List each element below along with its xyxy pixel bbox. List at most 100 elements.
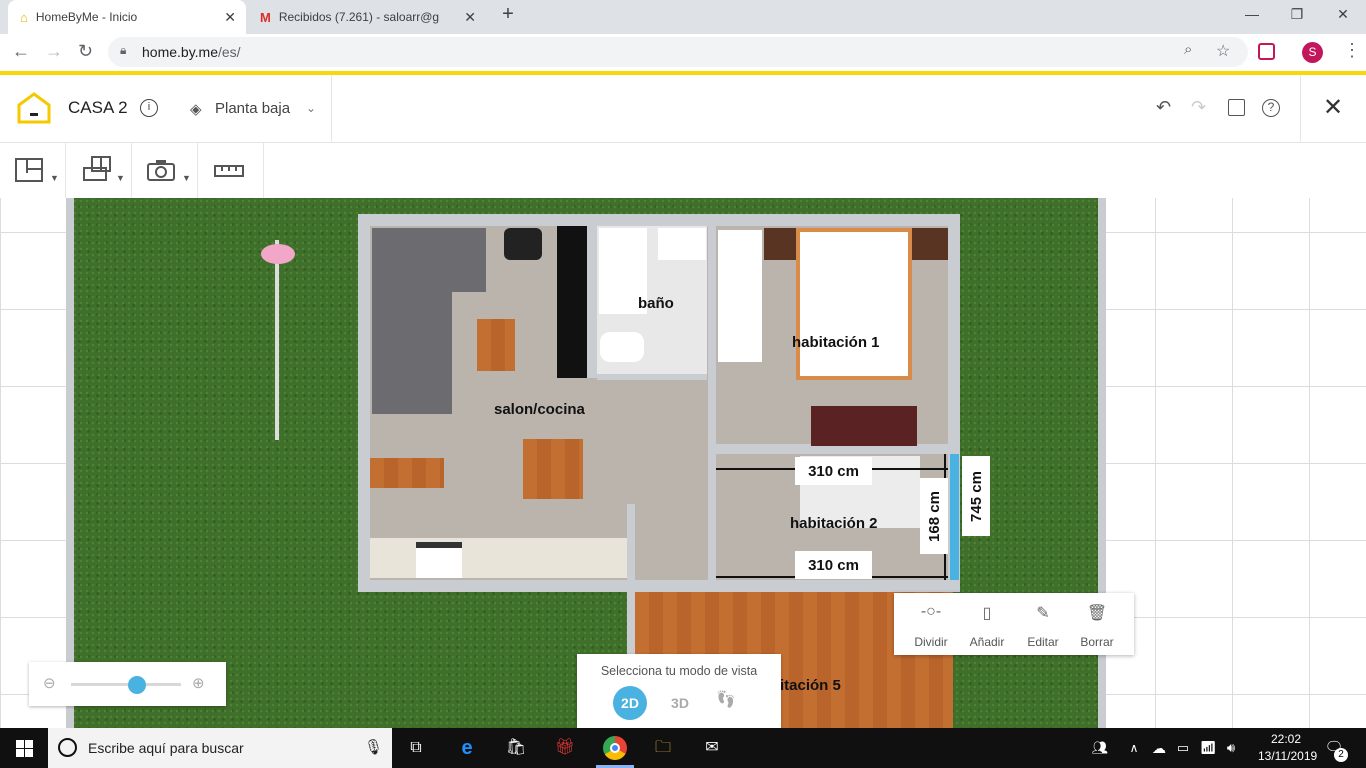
wifi-icon[interactable]: 📶︎	[1196, 736, 1220, 760]
zoom-slider-track[interactable]	[71, 683, 181, 686]
level-selector[interactable]: Planta baja	[215, 100, 290, 117]
pencil-icon[interactable]: ✎	[1015, 603, 1071, 623]
file-explorer-icon[interactable]: 🗀︎	[651, 736, 675, 760]
toolbar-divider	[131, 143, 132, 198]
onedrive-icon[interactable]: ☁︎	[1147, 736, 1171, 760]
room-label-hab1[interactable]: habitación 1	[792, 334, 880, 351]
add-button[interactable]: Añadir	[959, 635, 1015, 649]
cortana-icon	[58, 738, 77, 757]
task-view-icon[interactable]: ⧉	[404, 736, 428, 760]
dining-table[interactable]	[523, 439, 583, 499]
armchair[interactable]	[504, 228, 542, 260]
wardrobe[interactable]	[718, 230, 762, 362]
bed[interactable]	[796, 228, 912, 380]
zoom-out-icon[interactable]: ⊖	[43, 674, 56, 692]
view-mode-selector: Selecciona tu modo de vista 2D 3D 👣︎	[577, 654, 781, 728]
info-icon[interactable]: i	[140, 99, 158, 117]
close-tab-icon[interactable]: ✕	[224, 9, 236, 26]
close-editor-icon[interactable]: ✕	[1323, 93, 1343, 122]
interior-wall[interactable]	[708, 226, 716, 580]
sofa[interactable]	[372, 228, 452, 414]
delete-button[interactable]: Borrar	[1069, 635, 1125, 649]
split-icon[interactable]: -○-	[903, 603, 959, 621]
selected-wall[interactable]	[950, 454, 959, 580]
ruler-tool-icon[interactable]	[214, 165, 244, 177]
save-icon[interactable]	[1228, 99, 1245, 116]
kitchen-counter[interactable]	[370, 538, 627, 578]
toolbar-divider	[263, 143, 264, 198]
omnibox[interactable]: 🔒︎ home.by.me/es/ ⌕ ☆	[108, 37, 1248, 67]
toilet[interactable]	[600, 332, 644, 362]
restore-icon[interactable]: ❐	[1287, 6, 1307, 23]
forward-icon[interactable]: →	[45, 41, 63, 62]
store-icon[interactable]: 🛍︎	[504, 736, 528, 760]
zoom-page-icon[interactable]: ⌕	[1184, 41, 1192, 58]
people-icon[interactable]: 👥︎	[1088, 736, 1112, 760]
floorplan-tool-icon[interactable]	[15, 158, 43, 182]
address-bar: ← → ↻ 🔒︎ home.by.me/es/ ⌕ ☆ S ⋮	[0, 34, 1366, 71]
dimension-label-bottom[interactable]: 310 cm	[795, 551, 872, 579]
bookmark-star-icon[interactable]: ☆	[1216, 41, 1230, 61]
clothesline-pole[interactable]	[275, 240, 279, 440]
profile-avatar[interactable]: S	[1302, 42, 1323, 63]
mode-3d-button[interactable]: 3D	[663, 686, 697, 720]
gift-icon[interactable]: 🎁︎	[553, 736, 577, 760]
dimension-label-outer[interactable]: 745 cm	[962, 456, 990, 536]
taskbar-search[interactable]: Escribe aquí para buscar 🎙︎	[48, 728, 392, 768]
taskbar-clock[interactable]: 22:02 13/11/2019	[1258, 731, 1317, 765]
close-window-icon[interactable]: ✕	[1333, 6, 1353, 23]
help-icon[interactable]: ?	[1262, 99, 1280, 117]
view-mode-title: Selecciona tu modo de vista	[600, 664, 758, 678]
project-name[interactable]: CASA 2	[68, 98, 128, 118]
tab-gmail[interactable]: M Recibidos (7.261) - saloarr@gmai ✕	[248, 0, 486, 34]
camera-tool-icon[interactable]	[147, 159, 175, 181]
volume-icon[interactable]: 🔊︎	[1219, 736, 1243, 760]
edge-icon[interactable]: e	[455, 736, 479, 760]
microphone-icon[interactable]: 🎙︎	[364, 738, 383, 756]
dimension-label-inner[interactable]: 168 cm	[920, 478, 948, 554]
mode-2d-button[interactable]: 2D	[613, 686, 647, 720]
tab-homebyme[interactable]: ⌂ HomeByMe - Inicio ✕	[8, 0, 246, 34]
rug[interactable]	[811, 406, 917, 446]
split-button[interactable]: Dividir	[903, 635, 959, 649]
furniture-tool-icon[interactable]	[82, 156, 112, 184]
room-label-bano[interactable]: baño	[638, 295, 674, 312]
room-label-hab2[interactable]: habitación 2	[790, 515, 878, 532]
reload-icon[interactable]: ↻	[78, 41, 93, 62]
redo-icon[interactable]: ↷	[1191, 97, 1206, 118]
new-tab-button[interactable]: +	[498, 3, 518, 26]
interior-wall[interactable]	[587, 226, 597, 378]
trash-icon[interactable]: 🗑︎	[1069, 603, 1125, 623]
mail-icon[interactable]: ✉︎	[700, 736, 724, 760]
header-divider	[1300, 75, 1301, 143]
clothes-item	[261, 244, 295, 264]
cabinet[interactable]	[557, 226, 587, 378]
homebyme-logo-icon[interactable]	[16, 91, 52, 125]
extension-icon[interactable]	[1258, 43, 1275, 60]
edit-button[interactable]: Editar	[1015, 635, 1071, 649]
dimension-label-top[interactable]: 310 cm	[795, 457, 872, 485]
browser-menu-icon[interactable]: ⋮	[1343, 40, 1361, 61]
back-icon[interactable]: ←	[12, 41, 30, 62]
chevron-down-icon[interactable]: ⌄	[306, 101, 316, 115]
room-label-salon[interactable]: salon/cocina	[494, 401, 585, 418]
coffee-table[interactable]	[477, 319, 515, 371]
oven[interactable]	[416, 542, 462, 578]
close-tab-icon[interactable]: ✕	[464, 9, 476, 26]
door-add-icon[interactable]: ▯	[959, 603, 1015, 623]
room-label-hab5[interactable]: itación 5	[780, 677, 841, 694]
side-table[interactable]	[370, 458, 444, 488]
undo-icon[interactable]: ↶	[1156, 97, 1171, 118]
sink[interactable]	[658, 228, 706, 260]
battery-icon[interactable]: ▭	[1171, 736, 1195, 760]
zoom-in-icon[interactable]: ⊕	[192, 674, 205, 692]
chrome-icon[interactable]	[603, 736, 627, 760]
footsteps-icon[interactable]: 👣︎	[715, 690, 737, 710]
taskbar-search-input[interactable]: Escribe aquí para buscar	[88, 740, 244, 756]
zoom-slider-handle[interactable]	[128, 676, 146, 694]
interior-wall[interactable]	[597, 374, 707, 380]
minimize-icon[interactable]: —	[1242, 6, 1262, 22]
show-hidden-icons-icon[interactable]: ∧	[1122, 736, 1146, 760]
wall-context-menu: -○- Dividir ▯ Añadir ✎ Editar 🗑︎ Borrar	[894, 593, 1134, 655]
windows-start-icon[interactable]	[16, 740, 33, 757]
